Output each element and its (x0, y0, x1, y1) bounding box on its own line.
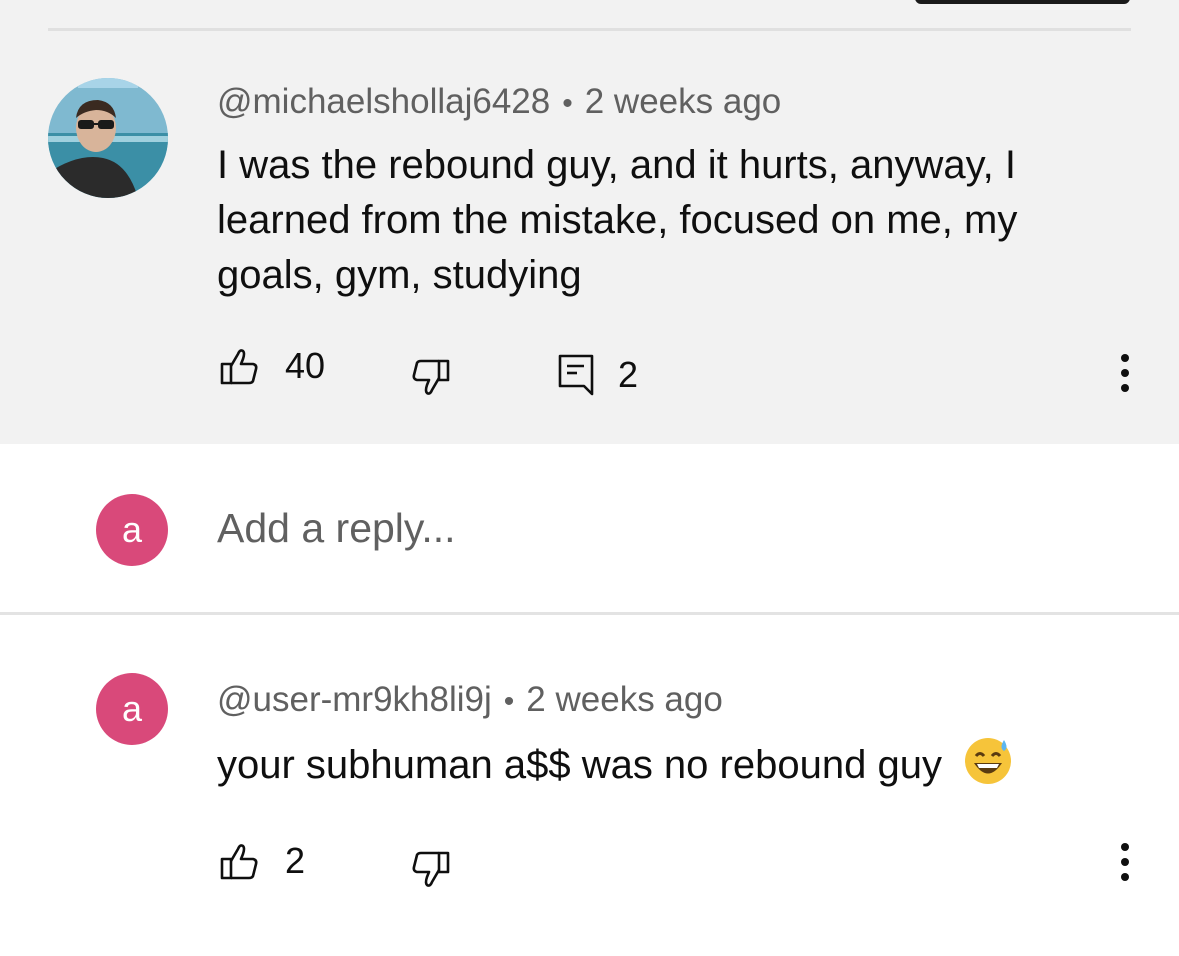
user-avatar[interactable]: a (96, 494, 168, 566)
thumbs-down-icon (411, 850, 451, 890)
thumbs-up-icon (219, 346, 259, 386)
reply-button[interactable]: 2 (558, 354, 638, 396)
thumbs-up-icon (219, 841, 259, 881)
divider (48, 28, 1131, 31)
avatar[interactable] (48, 78, 168, 198)
comment-meta: @michaelshollaj6428 • 2 weeks ago (217, 82, 781, 122)
reply-like-count: 2 (285, 840, 306, 881)
meta-separator: • (562, 87, 573, 120)
reply-time[interactable]: 2 weeks ago (526, 680, 723, 719)
reply-author-avatar[interactable]: a (96, 673, 168, 745)
highlighted-comment: @michaelshollaj6428 • 2 weeks ago I was th… (0, 0, 1179, 444)
comment-icon (558, 354, 594, 396)
reply-input[interactable]: Add a reply... (217, 505, 456, 552)
comment-text: I was the rebound guy, and it hurts, any… (217, 143, 1018, 297)
comment-time[interactable]: 2 weeks ago (585, 82, 782, 121)
reply-dislike-button[interactable] (411, 850, 451, 890)
more-options-icon[interactable] (1105, 832, 1145, 892)
reply-text: your subhuman a$$ was no rebound guy (217, 743, 942, 787)
reply-like-button[interactable]: 2 (219, 840, 305, 882)
reply-meta: @user-mr9kh8li9j • 2 weeks ago (217, 680, 723, 720)
reply-author[interactable]: @user-mr9kh8li9j (217, 680, 492, 719)
emoji-sweat-smile (963, 736, 1013, 801)
like-count: 40 (285, 345, 326, 386)
dislike-button[interactable] (411, 358, 451, 398)
divider (0, 612, 1179, 615)
reply-count: 2 (618, 354, 639, 395)
comment-author[interactable]: @michaelshollaj6428 (217, 82, 550, 121)
thumbs-down-icon (411, 358, 451, 398)
video-thumbnail-edge[interactable] (915, 0, 1130, 4)
meta-separator: • (503, 685, 515, 718)
like-button[interactable]: 40 (219, 345, 325, 387)
more-options-icon[interactable] (1105, 343, 1145, 403)
reply-text-row: your subhuman a$$ was no rebound guy (217, 736, 1117, 801)
